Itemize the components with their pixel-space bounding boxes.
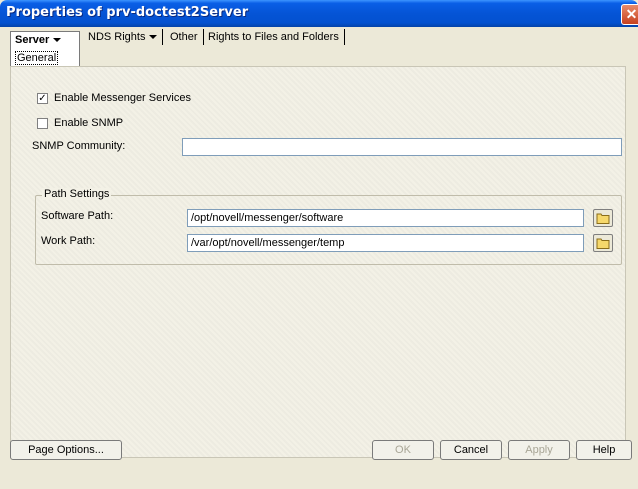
work-path-input[interactable]: /var/opt/novell/messenger/temp xyxy=(187,234,584,252)
folder-icon xyxy=(596,213,610,224)
enable-snmp-label: Enable SNMP xyxy=(54,117,124,129)
apply-button[interactable]: Apply xyxy=(508,440,570,460)
work-path-label: Work Path: xyxy=(41,235,96,247)
tab-server-label: Server xyxy=(15,34,62,46)
path-settings-group: Path Settings Software Path: /opt/novell… xyxy=(35,188,622,265)
tab-server-general[interactable]: General xyxy=(15,51,59,65)
path-settings-title: Path Settings xyxy=(42,188,112,200)
software-path-input[interactable]: /opt/novell/messenger/software xyxy=(187,209,584,227)
tab-server[interactable]: Server General xyxy=(10,31,80,67)
tab-nds-rights-label: NDS Rights xyxy=(88,31,146,43)
properties-dialog: Properties of prv-doctest2Server ✕ Serve… xyxy=(0,0,638,489)
snmp-community-label: SNMP Community: xyxy=(32,140,126,152)
work-path-browse-button[interactable] xyxy=(593,234,613,252)
dialog-client: Server General NDS Rights Other Rights t… xyxy=(0,27,638,489)
tab-page-general: ✓ Enable Messenger Services Enable SNMP … xyxy=(10,66,626,458)
window-title: Properties of prv-doctest2Server xyxy=(6,5,249,20)
tab-rights-label: Rights to Files and Folders xyxy=(208,31,339,43)
dropdown-arrow-icon xyxy=(149,35,158,40)
enable-messenger-label: Enable Messenger Services xyxy=(54,92,191,104)
enable-snmp-checkbox[interactable] xyxy=(37,118,48,129)
tab-nds-rights[interactable]: NDS Rights xyxy=(82,29,164,45)
title-bar[interactable]: Properties of prv-doctest2Server ✕ xyxy=(0,0,638,27)
snmp-community-input[interactable] xyxy=(182,138,622,156)
tab-other-label: Other xyxy=(170,31,198,43)
folder-icon xyxy=(596,238,610,249)
software-path-browse-button[interactable] xyxy=(593,209,613,227)
enable-messenger-checkbox[interactable]: ✓ xyxy=(37,93,48,104)
help-button[interactable]: Help xyxy=(576,440,632,460)
ok-button[interactable]: OK xyxy=(372,440,434,460)
tab-rights-files-folders[interactable]: Rights to Files and Folders xyxy=(202,29,345,45)
software-path-label: Software Path: xyxy=(41,210,114,222)
tab-separator xyxy=(343,29,345,45)
close-button[interactable]: ✕ xyxy=(621,4,638,25)
close-icon: ✕ xyxy=(625,6,638,22)
dropdown-arrow-icon xyxy=(53,38,62,43)
cancel-button[interactable]: Cancel xyxy=(440,440,502,460)
page-options-button[interactable]: Page Options... xyxy=(10,440,122,460)
tab-other[interactable]: Other xyxy=(164,29,204,45)
